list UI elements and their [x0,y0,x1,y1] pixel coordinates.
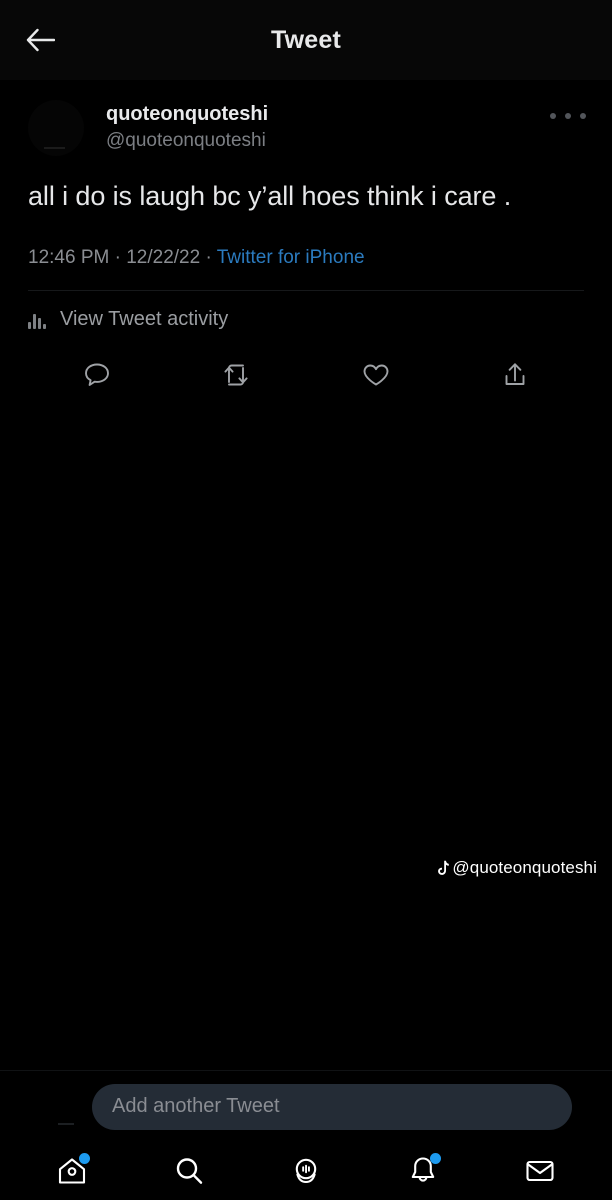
search-icon [176,1158,203,1184]
tiktok-watermark: @quoteonquoteshi [435,858,597,878]
author-names: quoteonquoteshi @quoteonquoteshi [106,100,268,154]
tweet-content: quoteonquoteshi @quoteonquoteshi all i d… [0,80,612,1070]
tweet-source-link[interactable]: Twitter for iPhone [217,247,365,268]
sidebar-item-home[interactable] [44,1147,100,1195]
share-icon [505,363,525,385]
bottom-navigation [0,1142,612,1200]
share-button[interactable] [493,353,537,397]
back-button[interactable] [18,18,62,62]
more-options-button[interactable] [550,106,586,126]
avatar[interactable] [28,100,84,156]
more-horizontal-icon-dot [550,113,556,119]
meta-separator: · [109,247,127,268]
like-icon [363,364,389,386]
sidebar-item-spaces[interactable] [278,1147,334,1195]
tweet-date: 12/22/22 [126,247,201,268]
arrow-left-icon [26,28,55,52]
reply-icon [85,363,109,386]
view-tweet-activity-button[interactable]: View Tweet activity [0,308,612,331]
notifications-badge-dot [429,1153,441,1164]
tiktok-watermark-handle: @quoteonquoteshi [452,858,597,877]
view-tweet-activity-label: View Tweet activity [60,308,229,330]
add-another-tweet-field[interactable] [92,1083,572,1130]
bar-chart-icon [28,310,48,329]
user-handle: @quoteonquoteshi [106,130,266,151]
tweet-time: 12:46 PM [28,247,110,268]
envelope-icon [526,1160,554,1182]
display-name: quoteonquoteshi [106,103,269,125]
spaces-mic-icon [295,1158,317,1184]
tweet-author-row[interactable]: quoteonquoteshi @quoteonquoteshi [0,80,612,164]
sidebar-item-messages[interactable] [512,1147,568,1195]
retweet-icon [224,364,248,386]
meta-separator: · [200,247,217,268]
more-horizontal-icon-dot [580,113,586,119]
metadata-divider [28,290,584,291]
retweet-button[interactable] [214,353,258,397]
page-title: Tweet [271,25,341,54]
tweet-text: all i do is laugh bc y’all hoes think i … [28,181,512,211]
app-header: Tweet [0,0,612,80]
like-button[interactable] [354,353,398,397]
sidebar-item-search[interactable] [161,1147,217,1195]
compose-input[interactable] [112,1095,552,1118]
more-horizontal-icon-dot [565,113,571,119]
reply-button[interactable] [75,353,119,397]
tweet-detail-screen: Tweet quoteonquoteshi @quoteonquoteshi a… [0,0,612,1200]
tiktok-note-icon [435,860,450,876]
tweet-metadata: 12:46 PM · 12/22/22 · Twitter for iPhone [0,246,612,270]
tweet-actions-row [0,353,612,397]
sidebar-item-notifications[interactable] [395,1147,451,1195]
compose-bar [0,1070,612,1142]
